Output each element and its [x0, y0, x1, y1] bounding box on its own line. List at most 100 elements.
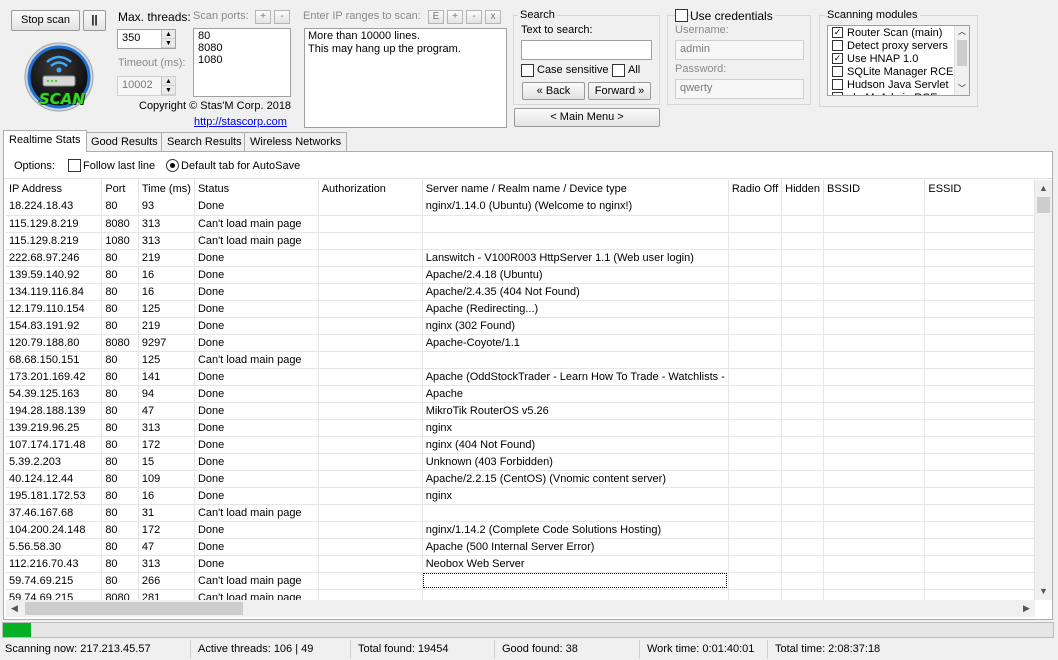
table-row[interactable]: 12.179.110.154 80 125 Done Apache (Redirecti…	[6, 300, 1035, 318]
follow-last-line-label[interactable]: Follow last line	[83, 160, 155, 172]
horizontal-scroll-thumb[interactable]	[25, 602, 243, 615]
chevron-left-icon[interactable]: ◀	[6, 600, 23, 617]
chevron-right-icon[interactable]: ▶	[1018, 600, 1035, 617]
column-header[interactable]: ESSID	[924, 180, 1035, 198]
column-header[interactable]: Authorization	[318, 180, 423, 198]
table-row[interactable]: 107.174.171.48 80 172 Done nginx (404 Not Fo…	[6, 436, 1035, 454]
port-item[interactable]: 8080	[198, 42, 286, 54]
column-header[interactable]: Port	[101, 180, 139, 198]
column-header[interactable]: Hidden	[781, 180, 824, 198]
vertical-scrollbar[interactable]: ▲ ▼	[1035, 180, 1052, 600]
module-item[interactable]: Hudson Java Servlet	[832, 79, 969, 92]
vertical-scroll-thumb[interactable]	[1037, 197, 1050, 213]
column-header[interactable]: BSSID	[823, 180, 926, 198]
modules-scroll-thumb[interactable]	[957, 40, 967, 66]
column-header[interactable]: Time (ms)	[138, 180, 195, 198]
module-item[interactable]: ✓ Use HNAP 1.0	[832, 53, 969, 66]
table-row[interactable]: 112.216.70.43 80 313 Done Neobox Web Server	[6, 555, 1035, 573]
chevron-up-icon[interactable]: ︿	[955, 26, 969, 38]
default-tab-radio[interactable]	[166, 159, 179, 172]
horizontal-scrollbar[interactable]: ◀ ▶	[6, 600, 1035, 617]
pause-button[interactable]: ||	[83, 10, 106, 31]
module-item[interactable]: ✓ Router Scan (main)	[832, 27, 969, 40]
table-row[interactable]: 59.74.69.215 8080 281 Can't load main page	[6, 589, 1035, 600]
tab-realtime-stats[interactable]: Realtime Stats	[3, 130, 87, 152]
chevron-up-icon[interactable]: ▲	[1035, 180, 1052, 197]
main-menu-button[interactable]: < Main Menu >	[514, 108, 660, 127]
module-checkbox[interactable]	[832, 79, 843, 90]
chevron-down-icon[interactable]: ▼	[162, 39, 175, 48]
column-header[interactable]: Status	[194, 180, 319, 198]
tab-wireless-networks[interactable]: Wireless Networks	[244, 132, 348, 152]
site-link[interactable]: http://stascorp.com	[194, 116, 287, 128]
table-row[interactable]: 194.28.188.139 80 47 Done MikroTik RouterOS …	[6, 402, 1035, 420]
table-row[interactable]: 40.124.12.44 80 109 Done Apache/2.2.15 (Cent…	[6, 470, 1035, 488]
default-tab-label[interactable]: Default tab for AutoSave	[181, 160, 300, 172]
scan-ports-list[interactable]: 80 8080 1080	[193, 28, 291, 97]
add-port-button[interactable]: +	[255, 10, 271, 24]
chevron-down-icon[interactable]: ﹀	[955, 83, 969, 95]
add-range-button[interactable]: +	[447, 10, 463, 24]
clear-ranges-button[interactable]: x	[485, 10, 501, 24]
table-row[interactable]: 134.119.116.84 80 16 Done Apache/2.4.35 (404…	[6, 283, 1035, 301]
table-row[interactable]: 54.39.125.163 80 94 Done Apache	[6, 385, 1035, 403]
all-label[interactable]: All	[628, 64, 640, 76]
chevron-down-icon[interactable]: ▼	[1035, 583, 1052, 600]
remove-port-button[interactable]: -	[274, 10, 290, 24]
tab-good-results[interactable]: Good Results	[85, 132, 164, 152]
module-item[interactable]: Detect proxy servers	[832, 40, 969, 53]
table-row[interactable]: 37.46.167.68 80 31 Can't load main page	[6, 504, 1035, 522]
forward-button[interactable]: Forward »	[588, 82, 651, 100]
all-checkbox[interactable]	[612, 64, 625, 77]
table-row[interactable]: 18.224.18.43 80 93 Done nginx/1.14.0 (Ubuntu…	[6, 198, 1035, 216]
column-header[interactable]: Radio Off	[728, 180, 783, 198]
table-row[interactable]: 222.68.97.246 80 219 Done Lanswitch - V100R0…	[6, 249, 1035, 267]
max-threads-spinner[interactable]: ▲ ▼	[161, 30, 175, 48]
password-input[interactable]: qwerty	[675, 79, 804, 99]
follow-last-line-checkbox[interactable]	[68, 159, 81, 172]
modules-scrollbar[interactable]: ︿ ﹀	[954, 26, 969, 95]
table-row[interactable]: 115.129.8.219 1080 313 Can't load main page	[6, 232, 1035, 250]
table-row[interactable]: 68.68.150.151 80 125 Can't load main page	[6, 351, 1035, 369]
table-row[interactable]: 154.83.191.92 80 219 Done nginx (302 Found)	[6, 317, 1035, 335]
ip-ranges-textarea[interactable]: More than 10000 lines. This may hang up …	[304, 28, 507, 128]
module-checkbox[interactable]: ✓	[832, 27, 843, 38]
case-sensitive-checkbox[interactable]	[521, 64, 534, 77]
module-checkbox[interactable]: ✓	[832, 53, 843, 64]
timeout-spinner[interactable]: ▲ ▼	[161, 77, 175, 95]
module-item[interactable]: SQLite Manager RCE	[832, 66, 969, 79]
username-input[interactable]: admin	[675, 40, 804, 60]
use-credentials-label[interactable]: Use credentials	[690, 9, 775, 23]
case-sensitive-label[interactable]: Case sensitive	[537, 64, 609, 76]
tab-search-results[interactable]: Search Results	[161, 132, 248, 152]
column-header[interactable]: IP Address	[6, 180, 103, 198]
back-button[interactable]: « Back	[522, 82, 585, 100]
results-table[interactable]: IP Address Port Time (ms) Status Authorizati…	[6, 180, 1035, 600]
chevron-up-icon[interactable]: ▲	[162, 30, 175, 39]
table-row[interactable]: 104.200.24.148 80 172 Done nginx/1.14.2 (Com…	[6, 521, 1035, 539]
stop-scan-button[interactable]: Stop scan	[11, 10, 80, 31]
table-row[interactable]: 195.181.172.53 80 16 Done nginx	[6, 487, 1035, 505]
results-grid[interactable]: IP Address Port Time (ms) Status Authorizati…	[6, 180, 1035, 600]
table-row[interactable]: 59.74.69.215 80 266 Can't load main page	[6, 572, 1035, 590]
use-credentials-checkbox[interactable]	[675, 9, 688, 22]
chevron-down-icon[interactable]: ▼	[162, 86, 175, 95]
module-checkbox[interactable]	[832, 92, 843, 95]
scanning-modules-list[interactable]: ✓ Router Scan (main) Detect proxy servers ✓…	[827, 25, 970, 96]
column-header[interactable]: Server name / Realm name / Device type	[422, 180, 729, 198]
search-input[interactable]	[521, 40, 652, 60]
chevron-up-icon[interactable]: ▲	[162, 77, 175, 86]
port-item[interactable]: 80	[198, 30, 286, 42]
remove-range-button[interactable]: -	[466, 10, 482, 24]
table-row[interactable]: 5.56.58.30 80 47 Done Apache (500 Internal S…	[6, 538, 1035, 556]
table-row[interactable]: 5.39.2.203 80 15 Done Unknown (403 Forbidden…	[6, 453, 1035, 471]
table-row[interactable]: 139.219.96.25 80 313 Done nginx	[6, 419, 1035, 437]
table-row[interactable]: 173.201.169.42 80 141 Done Apache (OddStockT…	[6, 368, 1035, 386]
table-row[interactable]: 139.59.140.92 80 16 Done Apache/2.4.18 (Ubun…	[6, 266, 1035, 284]
module-checkbox[interactable]	[832, 66, 843, 77]
module-checkbox[interactable]	[832, 40, 843, 51]
table-row[interactable]: 115.129.8.219 8080 313 Can't load main page	[6, 215, 1035, 233]
module-item[interactable]: phpMyAdmin RCE	[832, 92, 969, 95]
table-row[interactable]: 120.79.188.80 8080 9297 Done Apache-Coyote/1…	[6, 334, 1035, 352]
port-item[interactable]: 1080	[198, 54, 286, 66]
